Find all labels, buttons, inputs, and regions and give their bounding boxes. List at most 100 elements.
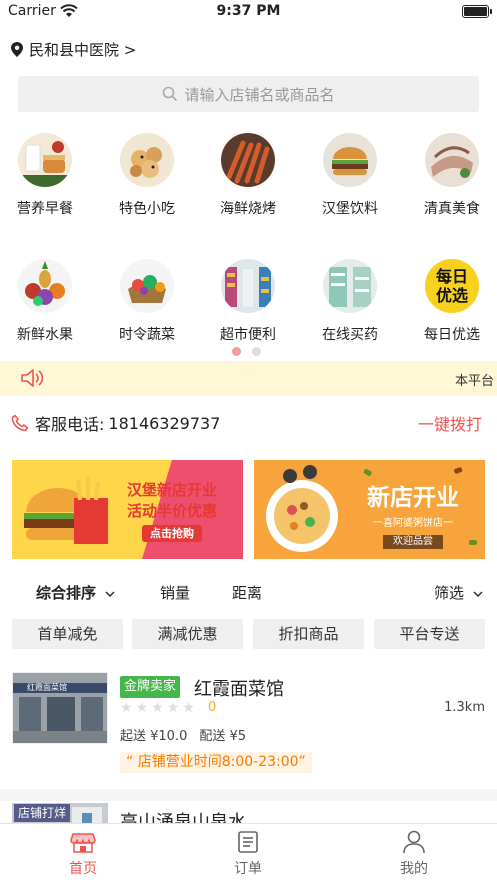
chevron-down-icon <box>105 591 115 597</box>
category-pharmacy[interactable]: 在线买药 <box>305 259 395 344</box>
home-icon <box>70 833 96 853</box>
search-placeholder: 请输入店铺名或商品名 <box>184 85 335 104</box>
service-label: 客服电话: <box>35 415 105 434</box>
bbq-icon <box>221 133 275 187</box>
chip-discount-off[interactable]: 满减优惠 <box>132 619 243 649</box>
pager-dot-active[interactable] <box>232 347 241 356</box>
min-order: 起送 ¥10.0 <box>120 729 188 744</box>
shop-name[interactable]: 红霞面菜馆 <box>194 675 284 701</box>
sort-distance[interactable]: 距离 <box>232 582 262 603</box>
shop-thumbnail[interactable]: 红霞面菜馆 <box>12 672 108 744</box>
tab-home[interactable]: 首页 <box>43 830 123 878</box>
chip-first-order[interactable]: 首单减免 <box>12 619 123 649</box>
order-icon <box>238 831 258 853</box>
filter-button[interactable]: 筛选 <box>434 582 483 603</box>
sort-bar: 综合排序 销量 距离 筛选 <box>0 582 497 604</box>
chevron-down-icon <box>473 591 483 597</box>
category-label: 超市便利 <box>220 327 276 343</box>
business-hours: “ 店铺营业时间8:00-23:00” <box>120 752 312 773</box>
location-label: 民和县中医院 > <box>29 41 137 59</box>
speaker-icon <box>21 369 44 387</box>
banner-title: 汉堡新店开业 <box>126 481 217 499</box>
category-vegetable[interactable]: 时令蔬菜 <box>102 259 192 344</box>
category-fruit[interactable]: 新鲜水果 <box>0 259 90 344</box>
category-daily-select[interactable]: 每日 优选 每日优选 <box>407 259 497 344</box>
location-pin-icon <box>11 42 23 57</box>
star-icon: ★ <box>182 700 195 716</box>
category-label: 每日优选 <box>424 327 480 343</box>
filter-label: 筛选 <box>434 584 465 602</box>
promo-banner-new-store[interactable]: 新店开业 一喜阿婆粥饼店一 欢迎品尝 <box>254 460 485 559</box>
customer-service: 客服电话: 18146329737 <box>11 411 220 435</box>
chip-platform-delivery[interactable]: 平台专送 <box>374 619 485 649</box>
category-halal[interactable]: 清真美食 <box>407 133 497 218</box>
call-button[interactable]: 一键拨打 <box>418 411 482 435</box>
category-breakfast[interactable]: 营养早餐 <box>0 133 90 218</box>
star-icon: ★ <box>151 700 164 716</box>
profile-icon <box>403 830 425 854</box>
shop-distance: 1.3km <box>444 700 485 715</box>
location-selector[interactable]: 民和县中医院 > <box>11 39 136 60</box>
battery-icon <box>462 5 489 18</box>
shop-closed-badge: 店铺打烊 <box>14 804 71 822</box>
banner-subtitle: 活动半价优惠 <box>126 502 217 520</box>
category-label: 清真美食 <box>424 201 480 217</box>
banner-subtitle: 一喜阿婆粥饼店一 <box>373 518 453 529</box>
pharmacy-icon <box>323 259 377 313</box>
category-label: 在线买药 <box>322 327 378 343</box>
supermarket-icon <box>221 259 275 313</box>
service-phone-number: 18146329737 <box>108 413 221 433</box>
daily-select-logo-line2: 优选 <box>435 286 468 305</box>
sort-comprehensive[interactable]: 综合排序 <box>36 582 115 603</box>
shop-fees: 起送 ¥10.0 配送 ¥5 <box>120 725 246 744</box>
star-icon: ★ <box>135 700 149 716</box>
phone-icon <box>11 414 29 432</box>
category-supermarket[interactable]: 超市便利 <box>203 259 293 344</box>
breakfast-icon <box>18 133 72 187</box>
rating-stars: ★ ★ ★ ★ ★ <box>120 700 195 716</box>
promo-banner-burger[interactable]: 汉堡新店开业 活动半价优惠 点击抢购 <box>12 460 243 559</box>
tab-profile[interactable]: 我的 <box>374 830 454 878</box>
clock: 9:37 PM <box>216 3 281 19</box>
search-icon <box>163 86 178 102</box>
tab-bar: 首页 订单 我的 <box>0 823 497 883</box>
star-icon: ★ <box>120 700 133 716</box>
category-label: 海鲜烧烤 <box>220 201 276 217</box>
category-label: 新鲜水果 <box>17 327 73 343</box>
category-label: 特色小吃 <box>119 201 175 217</box>
gold-seller-badge: 金牌卖家 <box>120 676 181 698</box>
category-label: 时令蔬菜 <box>119 327 175 343</box>
category-snack[interactable]: 特色小吃 <box>102 133 192 218</box>
banner-title: 新店开业 <box>367 485 459 511</box>
tab-label: 首页 <box>69 861 97 877</box>
search-input[interactable]: 请输入店铺名或商品名 <box>18 76 479 112</box>
halal-icon <box>425 133 479 187</box>
rating-value: 0 <box>208 700 217 715</box>
sort-sales[interactable]: 销量 <box>160 582 190 603</box>
category-bbq[interactable]: 海鲜烧烤 <box>203 133 293 218</box>
snack-icon <box>120 133 174 187</box>
category-burger[interactable]: 汉堡饮料 <box>305 133 395 218</box>
sort-comprehensive-label: 综合排序 <box>36 584 97 602</box>
tab-label: 订单 <box>234 861 262 877</box>
delivery-fee: 配送 ¥5 <box>199 729 247 744</box>
banner-cta: 欢迎品尝 <box>383 535 443 549</box>
tab-orders[interactable]: 订单 <box>208 830 288 878</box>
category-label: 汉堡饮料 <box>322 201 378 217</box>
vegetable-icon <box>120 259 174 313</box>
category-pager <box>232 347 261 356</box>
burger-icon <box>323 133 377 187</box>
divider <box>0 789 497 801</box>
notice-bar[interactable]: 本平台 <box>0 361 497 396</box>
tab-label: 我的 <box>400 861 428 877</box>
daily-select-icon: 每日 优选 <box>425 259 479 313</box>
category-label: 营养早餐 <box>17 201 73 217</box>
banner-cta: 点击抢购 <box>142 525 202 542</box>
chip-sale-items[interactable]: 折扣商品 <box>253 619 364 649</box>
daily-select-logo-line1: 每日 <box>435 267 468 286</box>
star-icon: ★ <box>166 700 180 716</box>
fruit-icon <box>18 259 72 313</box>
notice-text: 本平台 <box>454 374 494 389</box>
pager-dot[interactable] <box>252 347 261 356</box>
status-bar: Carrier 9:37 PM <box>0 0 497 24</box>
